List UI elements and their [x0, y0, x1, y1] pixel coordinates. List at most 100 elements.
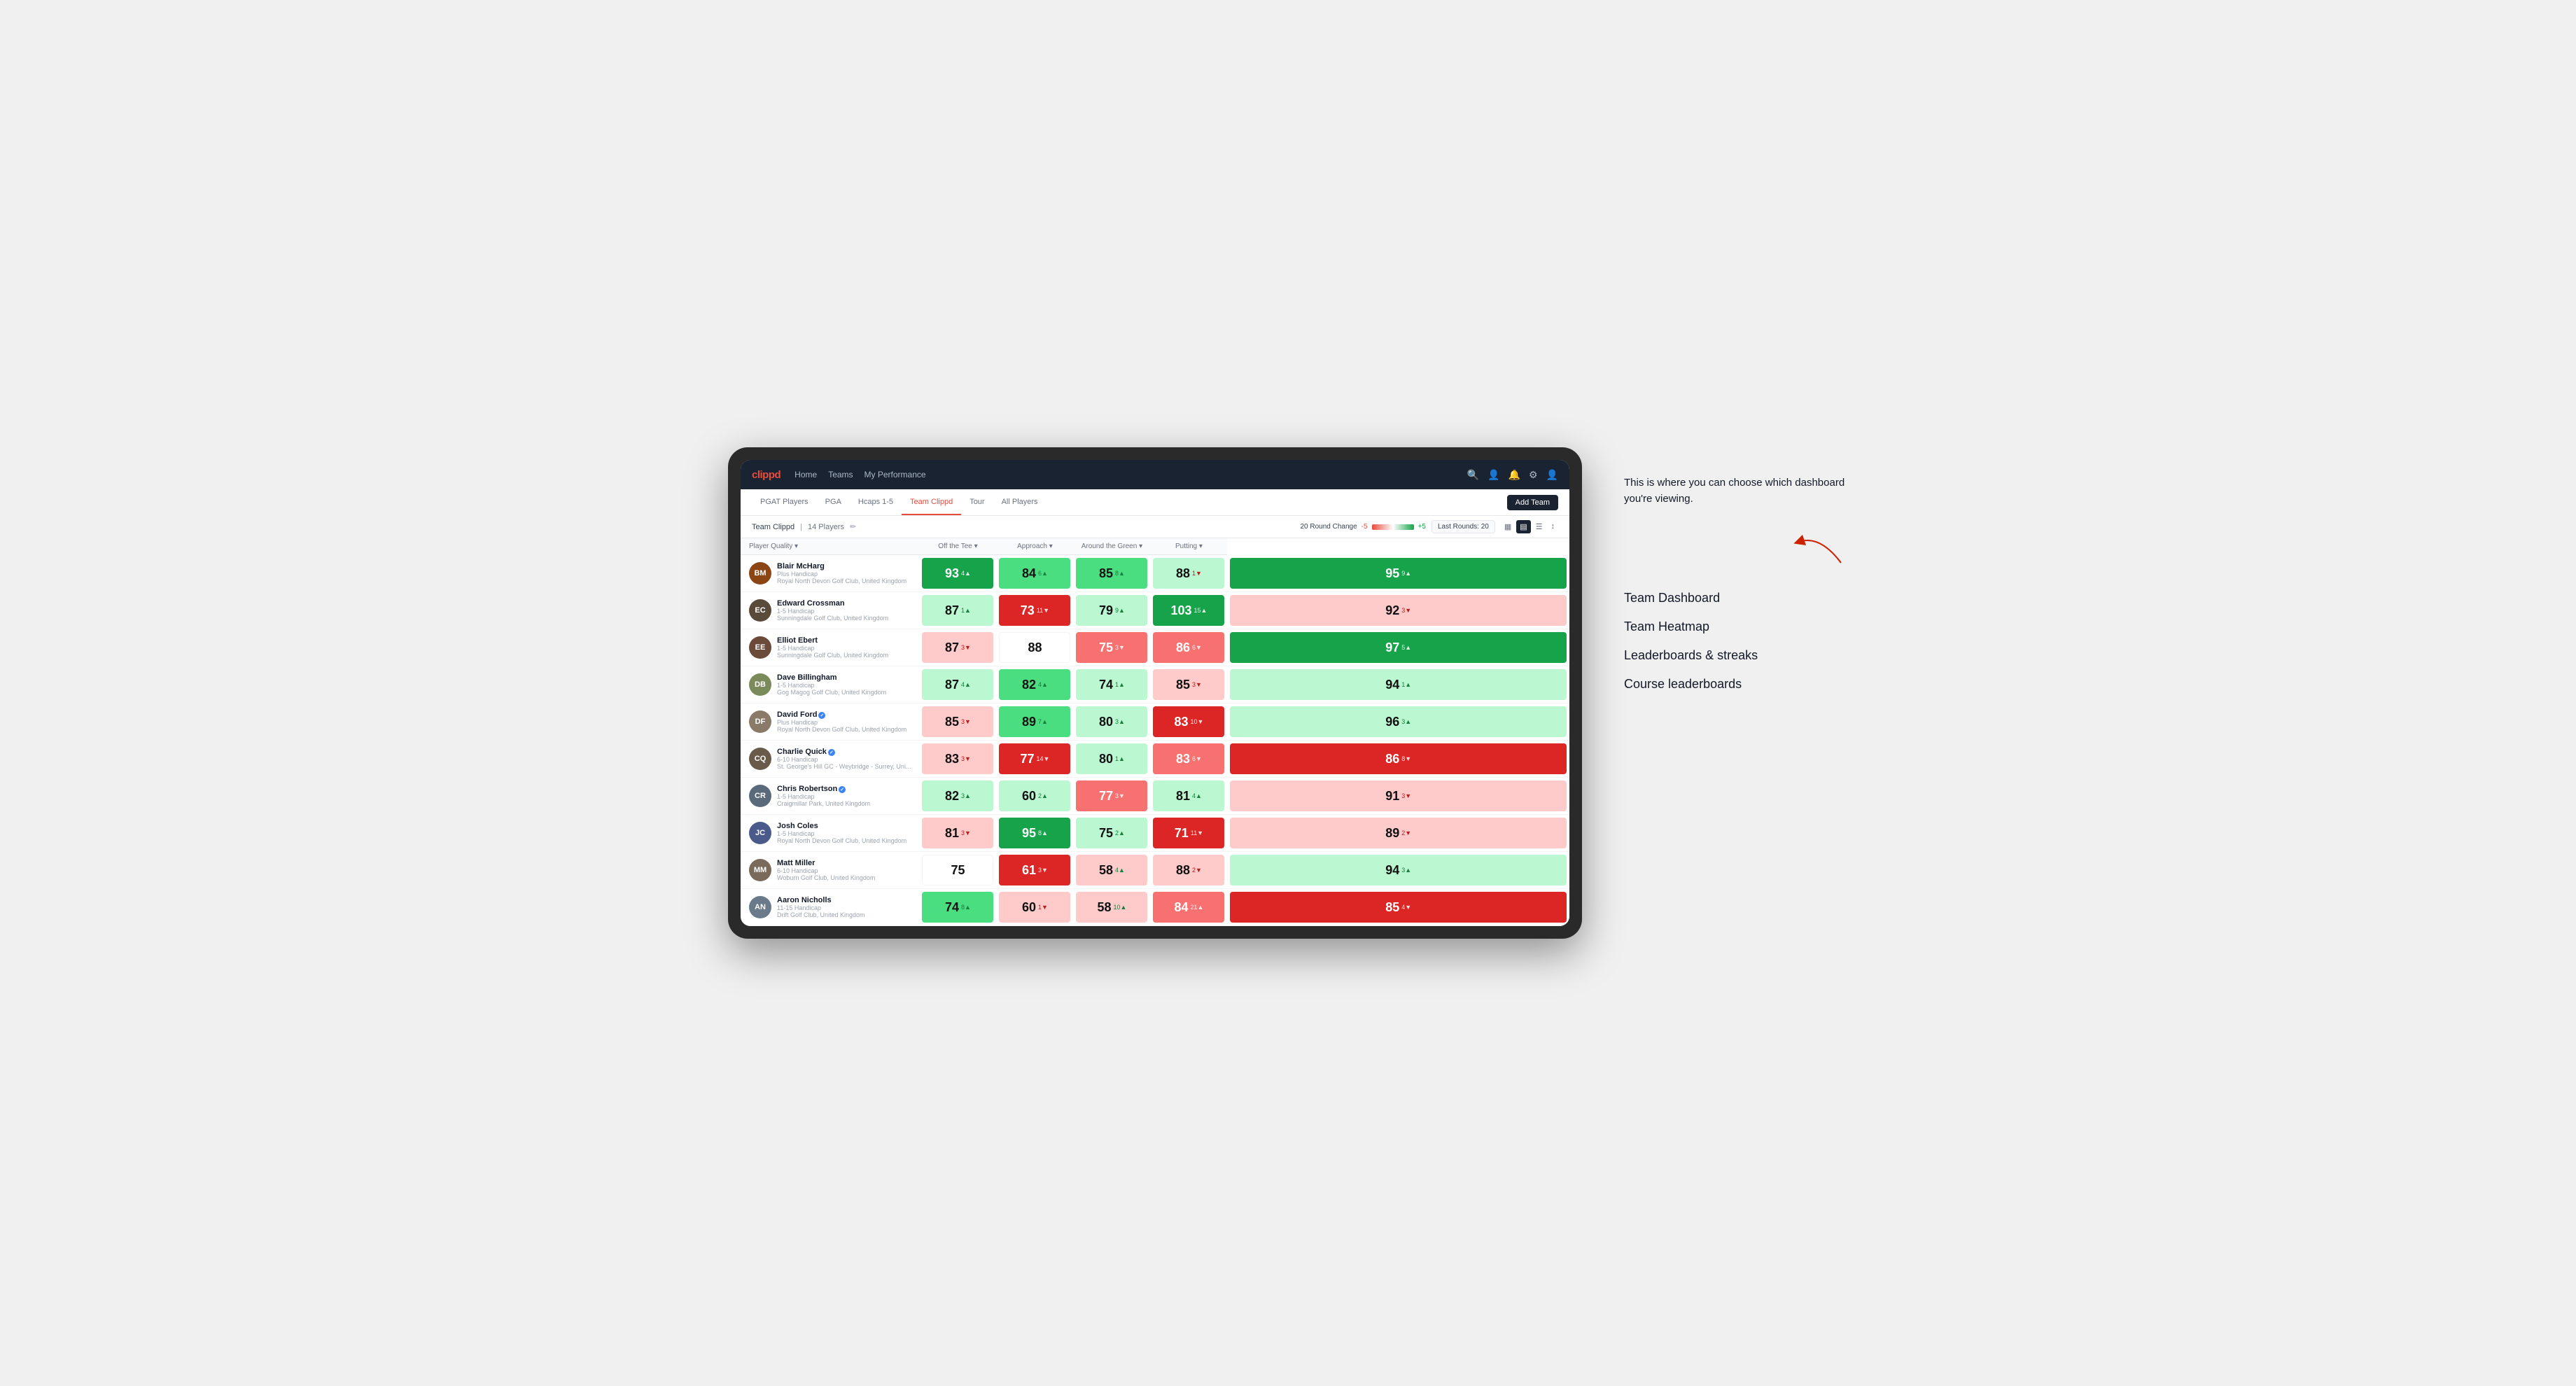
score-box: 8421▲ — [1153, 892, 1224, 923]
verified-icon: ✓ — [828, 749, 835, 756]
score-change: 14▼ — [1037, 755, 1050, 762]
score-cell-4-3: 8310▼ — [1150, 704, 1227, 741]
avatar: EE — [749, 636, 771, 659]
score-number: 73 — [1021, 604, 1035, 617]
score-cell-7-2: 752▲ — [1073, 815, 1150, 852]
col-header-player[interactable]: Player Quality ▾ — [741, 538, 919, 555]
verified-icon: ✓ — [818, 712, 825, 719]
player-handicap: 11-15 Handicap — [777, 904, 911, 911]
col-header-approach[interactable]: Approach ▾ — [996, 538, 1073, 555]
table-row[interactable]: MMMatt Miller6-10 HandicapWoburn Golf Cl… — [741, 852, 1569, 889]
score-change: 2▼ — [1192, 867, 1202, 874]
score-number: 84 — [1174, 901, 1188, 913]
add-team-button[interactable]: Add Team — [1507, 495, 1558, 510]
settings-icon[interactable]: ⚙ — [1529, 469, 1538, 481]
score-change: 6▼ — [1192, 755, 1202, 762]
player-club: Gog Magog Golf Club, United Kingdom — [777, 689, 911, 696]
score-number: 87 — [945, 604, 959, 617]
nav-my-performance[interactable]: My Performance — [864, 467, 926, 482]
tab-team-clippd[interactable]: Team Clippd — [902, 489, 961, 515]
list-view-button[interactable]: ☰ — [1532, 520, 1546, 533]
score-cell-5-4: 868▼ — [1227, 741, 1569, 778]
score-cell-8-1: 613▼ — [996, 852, 1073, 889]
player-club: Royal North Devon Golf Club, United King… — [777, 578, 911, 584]
score-cell-6-4: 913▼ — [1227, 778, 1569, 815]
tab-pga[interactable]: PGA — [817, 489, 850, 515]
score-cell-8-0: 75 — [919, 852, 996, 889]
score-box: 803▲ — [1076, 706, 1147, 737]
score-change: 5▲ — [1401, 644, 1411, 651]
score-box: 873▼ — [922, 632, 993, 663]
score-number: 61 — [1022, 864, 1036, 876]
score-number: 85 — [1385, 901, 1399, 913]
last-rounds-button[interactable]: Last Rounds: 20 — [1432, 520, 1495, 533]
player-cell-4: DFDavid Ford✓Plus HandicapRoyal North De… — [741, 704, 919, 741]
score-change: 3▼ — [1192, 681, 1202, 688]
avatar: JC — [749, 822, 771, 844]
sort-button[interactable]: ↕ — [1548, 520, 1559, 533]
avatar: MM — [749, 859, 771, 881]
score-change: 9▲ — [1115, 607, 1125, 614]
profile-icon[interactable]: 👤 — [1488, 469, 1499, 481]
tab-all-players[interactable]: All Players — [993, 489, 1046, 515]
score-change: 7▲ — [1038, 718, 1048, 725]
col-header-putting[interactable]: Putting ▾ — [1150, 538, 1227, 555]
score-change: 8▲ — [1115, 570, 1125, 577]
avatar: CQ — [749, 748, 771, 770]
score-box: 868▼ — [1230, 743, 1567, 774]
tab-pgat[interactable]: PGAT Players — [752, 489, 817, 515]
score-number: 83 — [945, 752, 959, 765]
player-handicap: Plus Handicap — [777, 570, 911, 578]
score-number: 75 — [951, 864, 965, 876]
player-cell-6: CRChris Robertson✓1-5 HandicapCraigmilla… — [741, 778, 919, 815]
search-icon[interactable]: 🔍 — [1467, 469, 1479, 481]
tab-tour[interactable]: Tour — [961, 489, 993, 515]
heatmap-view-button[interactable]: ▤ — [1516, 520, 1530, 533]
tab-hcaps[interactable]: Hcaps 1-5 — [850, 489, 902, 515]
table-row[interactable]: JCJosh Coles1-5 HandicapRoyal North Devo… — [741, 815, 1569, 852]
round-change-label: 20 Round Change — [1300, 523, 1357, 531]
score-box: 854▼ — [1230, 892, 1567, 923]
score-number: 80 — [1099, 715, 1113, 728]
score-number: 94 — [1385, 864, 1399, 876]
score-number: 103 — [1170, 604, 1191, 617]
score-cell-7-4: 892▼ — [1227, 815, 1569, 852]
score-cell-0-3: 881▼ — [1150, 555, 1227, 592]
score-box: 892▼ — [1230, 818, 1567, 848]
table-row[interactable]: DBDave Billingham1-5 HandicapGog Magog G… — [741, 666, 1569, 704]
score-change: 4▲ — [1115, 867, 1125, 874]
bell-icon[interactable]: 🔔 — [1508, 469, 1520, 481]
nav-home[interactable]: Home — [794, 467, 817, 482]
col-header-off-tee[interactable]: Off the Tee ▾ — [919, 538, 996, 555]
score-cell-2-0: 873▼ — [919, 629, 996, 666]
table-row[interactable]: ANAaron Nicholls11-15 HandicapDrift Golf… — [741, 889, 1569, 926]
table-row[interactable]: CRChris Robertson✓1-5 HandicapCraigmilla… — [741, 778, 1569, 815]
grid-view-button[interactable]: ▦ — [1501, 520, 1515, 533]
score-number: 81 — [945, 827, 959, 839]
player-name: Edward Crossman — [777, 599, 911, 608]
table-row[interactable]: DFDavid Ford✓Plus HandicapRoyal North De… — [741, 704, 1569, 741]
player-handicap: 6-10 Handicap — [777, 867, 911, 874]
score-cell-0-0: 934▲ — [919, 555, 996, 592]
col-header-around-green[interactable]: Around the Green ▾ — [1073, 538, 1150, 555]
score-box: 10315▲ — [1153, 595, 1224, 626]
score-box: 7311▼ — [999, 595, 1070, 626]
score-cell-8-3: 882▼ — [1150, 852, 1227, 889]
score-number: 83 — [1174, 715, 1188, 728]
score-change: 3▼ — [961, 644, 971, 651]
score-box: 959▲ — [1230, 558, 1567, 589]
score-cell-6-2: 773▼ — [1073, 778, 1150, 815]
score-cell-7-3: 7111▼ — [1150, 815, 1227, 852]
score-number: 83 — [1176, 752, 1190, 765]
score-change: 21▲ — [1191, 904, 1204, 911]
table-row[interactable]: ECEdward Crossman1-5 HandicapSunningdale… — [741, 592, 1569, 629]
user-avatar-icon[interactable]: 👤 — [1546, 469, 1558, 481]
score-cell-8-2: 584▲ — [1073, 852, 1150, 889]
table-row[interactable]: EEElliot Ebert1-5 HandicapSunningdale Go… — [741, 629, 1569, 666]
edit-icon[interactable]: ✏ — [850, 522, 856, 531]
score-change: 3▲ — [961, 792, 971, 799]
table-row[interactable]: CQCharlie Quick✓6-10 HandicapSt. George'… — [741, 741, 1569, 778]
nav-teams[interactable]: Teams — [828, 467, 853, 482]
score-box: 934▲ — [922, 558, 993, 589]
table-row[interactable]: BMBlair McHargPlus HandicapRoyal North D… — [741, 555, 1569, 592]
